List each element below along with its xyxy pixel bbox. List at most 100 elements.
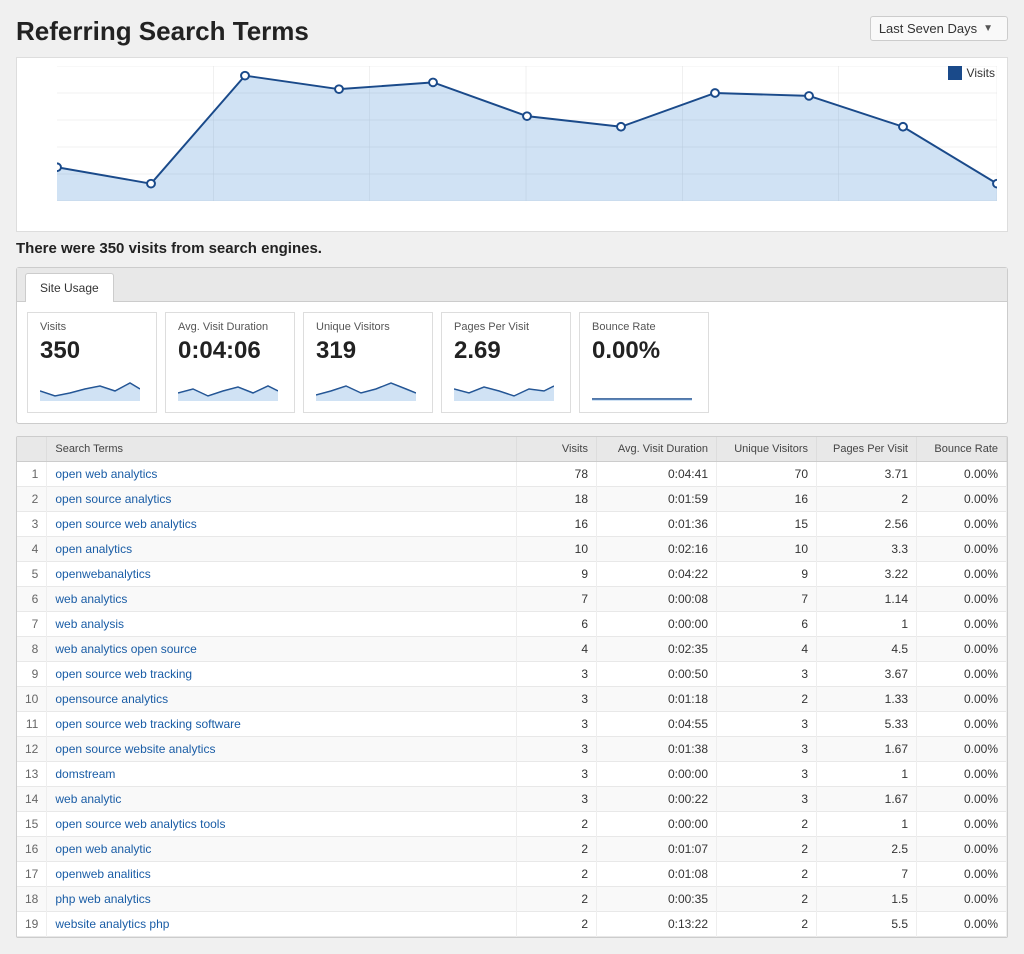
cell-pages-per-visit: 4.5 [817,637,917,662]
cell-avg-duration: 0:01:07 [597,837,717,862]
tab-site-usage[interactable]: Site Usage [25,273,114,302]
cell-row-num: 12 [17,737,47,762]
cell-search-term[interactable]: open source web tracking [47,662,517,687]
chart-point [335,85,343,93]
cell-search-term[interactable]: open source web analytics [47,512,517,537]
cell-search-term[interactable]: open source website analytics [47,737,517,762]
chart-point [711,89,719,97]
cell-bounce-rate: 0.00% [917,537,1007,562]
cell-search-term[interactable]: web analytic [47,787,517,812]
cell-pages-per-visit: 1 [817,612,917,637]
cell-row-num: 1 [17,462,47,487]
cell-avg-duration: 0:00:00 [597,762,717,787]
col-header-unique: Unique Visitors [717,437,817,462]
tab-section: Site Usage Visits 350 Avg. Visit Duratio… [16,267,1008,424]
cell-visits: 4 [517,637,597,662]
chart-point [147,180,155,188]
cell-visits: 2 [517,912,597,937]
chart-area [57,76,997,201]
cell-unique-visitors: 16 [717,487,817,512]
cell-search-term[interactable]: web analysis [47,612,517,637]
col-header-visits: Visits [517,437,597,462]
cell-search-term[interactable]: open source web analytics tools [47,812,517,837]
cell-row-num: 7 [17,612,47,637]
cell-search-term[interactable]: php web analytics [47,887,517,912]
cell-search-term[interactable]: web analytics [47,587,517,612]
cell-unique-visitors: 15 [717,512,817,537]
cell-row-num: 15 [17,812,47,837]
cell-bounce-rate: 0.00% [917,712,1007,737]
cell-pages-per-visit: 1.33 [817,687,917,712]
metric-unique-label: Unique Visitors [316,321,420,333]
cell-search-term[interactable]: openweb analitics [47,862,517,887]
cell-row-num: 10 [17,687,47,712]
search-terms-table: Search Terms Visits Avg. Visit Duration … [17,437,1007,937]
cell-search-term[interactable]: open web analytic [47,837,517,862]
cell-search-term[interactable]: openwebanalytics [47,562,517,587]
dropdown-arrow-icon: ▼ [983,23,993,34]
chart-point [523,112,531,120]
cell-search-term[interactable]: open web analytics [47,462,517,487]
metric-pages-per-visit: Pages Per Visit 2.69 [441,312,571,413]
cell-search-term[interactable]: open source analytics [47,487,517,512]
chart-point [993,180,997,188]
cell-search-term[interactable]: opensource analytics [47,687,517,712]
cell-bounce-rate: 0.00% [917,737,1007,762]
cell-unique-visitors: 3 [717,737,817,762]
cell-row-num: 3 [17,512,47,537]
table-row: 4open analytics100:02:16103.30.00% [17,537,1007,562]
cell-unique-visitors: 2 [717,912,817,937]
table-row: 13domstream30:00:00310.00% [17,762,1007,787]
cell-pages-per-visit: 3.67 [817,662,917,687]
cell-visits: 9 [517,562,597,587]
cell-row-num: 6 [17,587,47,612]
cell-bounce-rate: 0.00% [917,637,1007,662]
cell-visits: 3 [517,712,597,737]
cell-visits: 3 [517,737,597,762]
cell-search-term[interactable]: web analytics open source [47,637,517,662]
table-row: 5openwebanalytics90:04:2293.220.00% [17,562,1007,587]
cell-unique-visitors: 2 [717,687,817,712]
table-row: 18php web analytics20:00:3521.50.00% [17,887,1007,912]
cell-search-term[interactable]: website analytics php [47,912,517,937]
table-row: 9open source web tracking30:00:5033.670.… [17,662,1007,687]
cell-search-term[interactable]: domstream [47,762,517,787]
cell-avg-duration: 0:01:08 [597,862,717,887]
cell-visits: 6 [517,612,597,637]
table-row: 6web analytics70:00:0871.140.00% [17,587,1007,612]
chart-point [57,163,61,171]
cell-search-term[interactable]: open analytics [47,537,517,562]
date-range-selector[interactable]: Last Seven Days ▼ [870,16,1008,41]
cell-pages-per-visit: 1.5 [817,887,917,912]
chart-svg: 70 60 50 40 30 11/28 11/29 11/30 12/1 12… [57,66,997,201]
metric-avg-duration: Avg. Visit Duration 0:04:06 [165,312,295,413]
metric-visits-value: 350 [40,337,144,365]
cell-unique-visitors: 3 [717,712,817,737]
cell-avg-duration: 0:04:55 [597,712,717,737]
cell-row-num: 5 [17,562,47,587]
cell-avg-duration: 0:13:22 [597,912,717,937]
metric-bounce-value: 0.00% [592,337,696,365]
cell-bounce-rate: 0.00% [917,787,1007,812]
metric-avg-duration-value: 0:04:06 [178,337,282,365]
table-row: 8web analytics open source40:02:3544.50.… [17,637,1007,662]
cell-pages-per-visit: 5.5 [817,912,917,937]
sparkline-avg-duration [178,371,278,401]
table-row: 7web analysis60:00:00610.00% [17,612,1007,637]
cell-pages-per-visit: 5.33 [817,712,917,737]
cell-unique-visitors: 3 [717,762,817,787]
sparkline-unique [316,371,416,401]
cell-unique-visitors: 2 [717,812,817,837]
cell-bounce-rate: 0.00% [917,887,1007,912]
cell-pages-per-visit: 7 [817,862,917,887]
cell-unique-visitors: 2 [717,837,817,862]
cell-bounce-rate: 0.00% [917,912,1007,937]
legend-color-visits [948,66,962,80]
page-title: Referring Search Terms [16,16,309,47]
cell-bounce-rate: 0.00% [917,512,1007,537]
cell-unique-visitors: 10 [717,537,817,562]
cell-avg-duration: 0:00:00 [597,612,717,637]
cell-search-term[interactable]: open source web tracking software [47,712,517,737]
table-row: 17openweb analitics20:01:08270.00% [17,862,1007,887]
tab-bar: Site Usage [17,268,1007,302]
